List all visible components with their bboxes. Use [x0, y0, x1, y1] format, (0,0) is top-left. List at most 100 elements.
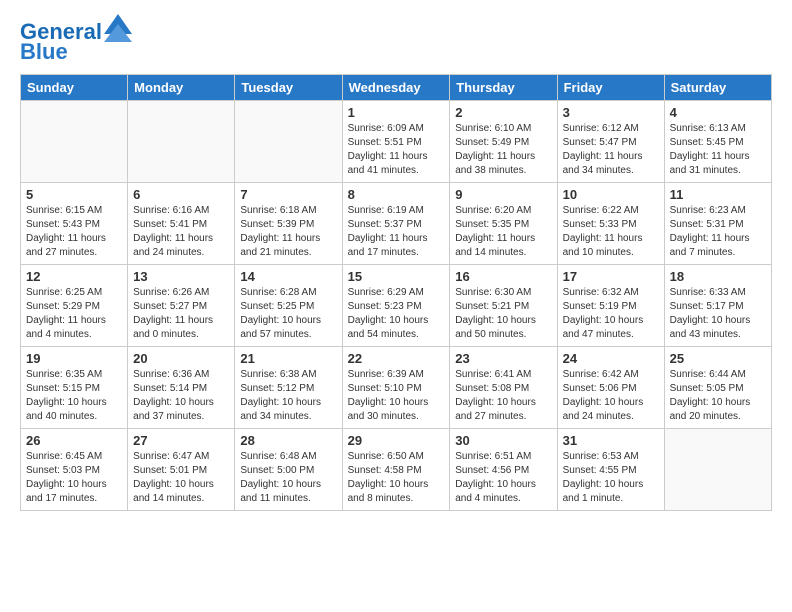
calendar-table: SundayMondayTuesdayWednesdayThursdayFrid…	[20, 74, 772, 511]
day-info: Sunrise: 6:47 AM Sunset: 5:01 PM Dayligh…	[133, 450, 229, 506]
calendar-day-cell: 30 Sunrise: 6:51 AM Sunset: 4:56 PM Dayli…	[450, 429, 557, 511]
day-info: Sunrise: 6:51 AM Sunset: 4:56 PM Dayligh…	[455, 450, 551, 506]
day-info: Sunrise: 6:20 AM Sunset: 5:35 PM Dayligh…	[455, 204, 551, 260]
calendar-day-cell: 15 Sunrise: 6:29 AM Sunset: 5:23 PM Dayli…	[342, 265, 450, 347]
day-info: Sunrise: 6:38 AM Sunset: 5:12 PM Dayligh…	[240, 368, 336, 424]
calendar-week-row: 26 Sunrise: 6:45 AM Sunset: 5:03 PM Dayli…	[21, 429, 772, 511]
calendar-week-row: 5 Sunrise: 6:15 AM Sunset: 5:43 PM Daylig…	[21, 183, 772, 265]
day-number: 20	[133, 351, 229, 366]
calendar-week-row: 1Sunrise: 6:09 AM Sunset: 5:51 PM Daylig…	[21, 101, 772, 183]
calendar-day-header: Monday	[128, 75, 235, 101]
day-info: Sunrise: 6:23 AM Sunset: 5:31 PM Dayligh…	[670, 204, 766, 260]
day-number: 28	[240, 433, 336, 448]
day-info: Sunrise: 6:53 AM Sunset: 4:55 PM Dayligh…	[563, 450, 659, 506]
calendar-day-cell: 17 Sunrise: 6:32 AM Sunset: 5:19 PM Dayli…	[557, 265, 664, 347]
day-number: 9	[455, 187, 551, 202]
calendar-week-row: 19Sunrise: 6:35 AM Sunset: 5:15 PM Dayli…	[21, 347, 772, 429]
day-number: 2	[455, 105, 551, 120]
day-info: Sunrise: 6:29 AM Sunset: 5:23 PM Dayligh…	[348, 286, 445, 342]
calendar-day-cell: 24 Sunrise: 6:42 AM Sunset: 5:06 PM Dayli…	[557, 347, 664, 429]
calendar-day-cell: 23Sunrise: 6:41 AM Sunset: 5:08 PM Dayli…	[450, 347, 557, 429]
day-number: 21	[240, 351, 336, 366]
logo-icon	[104, 14, 132, 42]
calendar-day-cell: 8 Sunrise: 6:19 AM Sunset: 5:37 PM Daylig…	[342, 183, 450, 265]
logo: General Blue	[20, 20, 132, 64]
day-info: Sunrise: 6:18 AM Sunset: 5:39 PM Dayligh…	[240, 204, 336, 260]
calendar-day-cell: 21 Sunrise: 6:38 AM Sunset: 5:12 PM Dayli…	[235, 347, 342, 429]
day-number: 29	[348, 433, 445, 448]
calendar-day-cell: 11 Sunrise: 6:23 AM Sunset: 5:31 PM Dayli…	[664, 183, 771, 265]
day-number: 10	[563, 187, 659, 202]
calendar-week-row: 12 Sunrise: 6:25 AM Sunset: 5:29 PM Dayli…	[21, 265, 772, 347]
day-info: Sunrise: 6:13 AM Sunset: 5:45 PM Dayligh…	[670, 122, 766, 178]
page-header: General Blue	[20, 20, 772, 64]
page-container: General Blue SundayMondayTuesdayWednesda…	[0, 0, 792, 521]
calendar-day-cell: 9 Sunrise: 6:20 AM Sunset: 5:35 PM Daylig…	[450, 183, 557, 265]
day-number: 8	[348, 187, 445, 202]
day-info: Sunrise: 6:35 AM Sunset: 5:15 PM Dayligh…	[26, 368, 122, 424]
day-number: 7	[240, 187, 336, 202]
day-info: Sunrise: 6:50 AM Sunset: 4:58 PM Dayligh…	[348, 450, 445, 506]
day-number: 24	[563, 351, 659, 366]
day-info: Sunrise: 6:12 AM Sunset: 5:47 PM Dayligh…	[563, 122, 659, 178]
calendar-day-cell: 20 Sunrise: 6:36 AM Sunset: 5:14 PM Dayli…	[128, 347, 235, 429]
calendar-day-cell: 27 Sunrise: 6:47 AM Sunset: 5:01 PM Dayli…	[128, 429, 235, 511]
calendar-day-cell: 6Sunrise: 6:16 AM Sunset: 5:41 PM Daylig…	[128, 183, 235, 265]
calendar-day-header: Wednesday	[342, 75, 450, 101]
day-number: 27	[133, 433, 229, 448]
day-info: Sunrise: 6:22 AM Sunset: 5:33 PM Dayligh…	[563, 204, 659, 260]
calendar-day-header: Tuesday	[235, 75, 342, 101]
calendar-day-cell: 13 Sunrise: 6:26 AM Sunset: 5:27 PM Dayli…	[128, 265, 235, 347]
day-info: Sunrise: 6:39 AM Sunset: 5:10 PM Dayligh…	[348, 368, 445, 424]
day-info: Sunrise: 6:32 AM Sunset: 5:19 PM Dayligh…	[563, 286, 659, 342]
day-info: Sunrise: 6:30 AM Sunset: 5:21 PM Dayligh…	[455, 286, 551, 342]
calendar-day-cell: 12 Sunrise: 6:25 AM Sunset: 5:29 PM Dayli…	[21, 265, 128, 347]
calendar-day-cell	[128, 101, 235, 183]
day-number: 26	[26, 433, 122, 448]
day-number: 17	[563, 269, 659, 284]
day-info: Sunrise: 6:48 AM Sunset: 5:00 PM Dayligh…	[240, 450, 336, 506]
day-number: 15	[348, 269, 445, 284]
calendar-day-cell: 28 Sunrise: 6:48 AM Sunset: 5:00 PM Dayli…	[235, 429, 342, 511]
day-number: 5	[26, 187, 122, 202]
day-info: Sunrise: 6:09 AM Sunset: 5:51 PM Dayligh…	[348, 122, 445, 178]
calendar-day-header: Saturday	[664, 75, 771, 101]
calendar-day-cell: 16 Sunrise: 6:30 AM Sunset: 5:21 PM Dayli…	[450, 265, 557, 347]
calendar-day-header: Sunday	[21, 75, 128, 101]
day-number: 22	[348, 351, 445, 366]
day-number: 23	[455, 351, 551, 366]
day-number: 3	[563, 105, 659, 120]
calendar-day-header: Thursday	[450, 75, 557, 101]
day-info: Sunrise: 6:15 AM Sunset: 5:43 PM Dayligh…	[26, 204, 122, 260]
calendar-day-header: Friday	[557, 75, 664, 101]
day-info: Sunrise: 6:19 AM Sunset: 5:37 PM Dayligh…	[348, 204, 445, 260]
day-info: Sunrise: 6:10 AM Sunset: 5:49 PM Dayligh…	[455, 122, 551, 178]
day-info: Sunrise: 6:36 AM Sunset: 5:14 PM Dayligh…	[133, 368, 229, 424]
day-number: 16	[455, 269, 551, 284]
day-number: 4	[670, 105, 766, 120]
day-number: 11	[670, 187, 766, 202]
day-number: 30	[455, 433, 551, 448]
calendar-header-row: SundayMondayTuesdayWednesdayThursdayFrid…	[21, 75, 772, 101]
calendar-day-cell: 19Sunrise: 6:35 AM Sunset: 5:15 PM Dayli…	[21, 347, 128, 429]
day-number: 12	[26, 269, 122, 284]
calendar-day-cell: 10 Sunrise: 6:22 AM Sunset: 5:33 PM Dayli…	[557, 183, 664, 265]
calendar-day-cell: 2 Sunrise: 6:10 AM Sunset: 5:49 PM Daylig…	[450, 101, 557, 183]
day-info: Sunrise: 6:25 AM Sunset: 5:29 PM Dayligh…	[26, 286, 122, 342]
calendar-day-cell: 22 Sunrise: 6:39 AM Sunset: 5:10 PM Dayli…	[342, 347, 450, 429]
day-info: Sunrise: 6:26 AM Sunset: 5:27 PM Dayligh…	[133, 286, 229, 342]
day-number: 31	[563, 433, 659, 448]
day-info: Sunrise: 6:33 AM Sunset: 5:17 PM Dayligh…	[670, 286, 766, 342]
day-info: Sunrise: 6:42 AM Sunset: 5:06 PM Dayligh…	[563, 368, 659, 424]
calendar-day-cell: 14Sunrise: 6:28 AM Sunset: 5:25 PM Dayli…	[235, 265, 342, 347]
calendar-day-cell: 1Sunrise: 6:09 AM Sunset: 5:51 PM Daylig…	[342, 101, 450, 183]
day-number: 6	[133, 187, 229, 202]
day-number: 13	[133, 269, 229, 284]
day-info: Sunrise: 6:45 AM Sunset: 5:03 PM Dayligh…	[26, 450, 122, 506]
calendar-day-cell: 3 Sunrise: 6:12 AM Sunset: 5:47 PM Daylig…	[557, 101, 664, 183]
calendar-day-cell: 5 Sunrise: 6:15 AM Sunset: 5:43 PM Daylig…	[21, 183, 128, 265]
calendar-day-cell	[235, 101, 342, 183]
day-number: 18	[670, 269, 766, 284]
calendar-day-cell: 4 Sunrise: 6:13 AM Sunset: 5:45 PM Daylig…	[664, 101, 771, 183]
calendar-day-cell	[664, 429, 771, 511]
